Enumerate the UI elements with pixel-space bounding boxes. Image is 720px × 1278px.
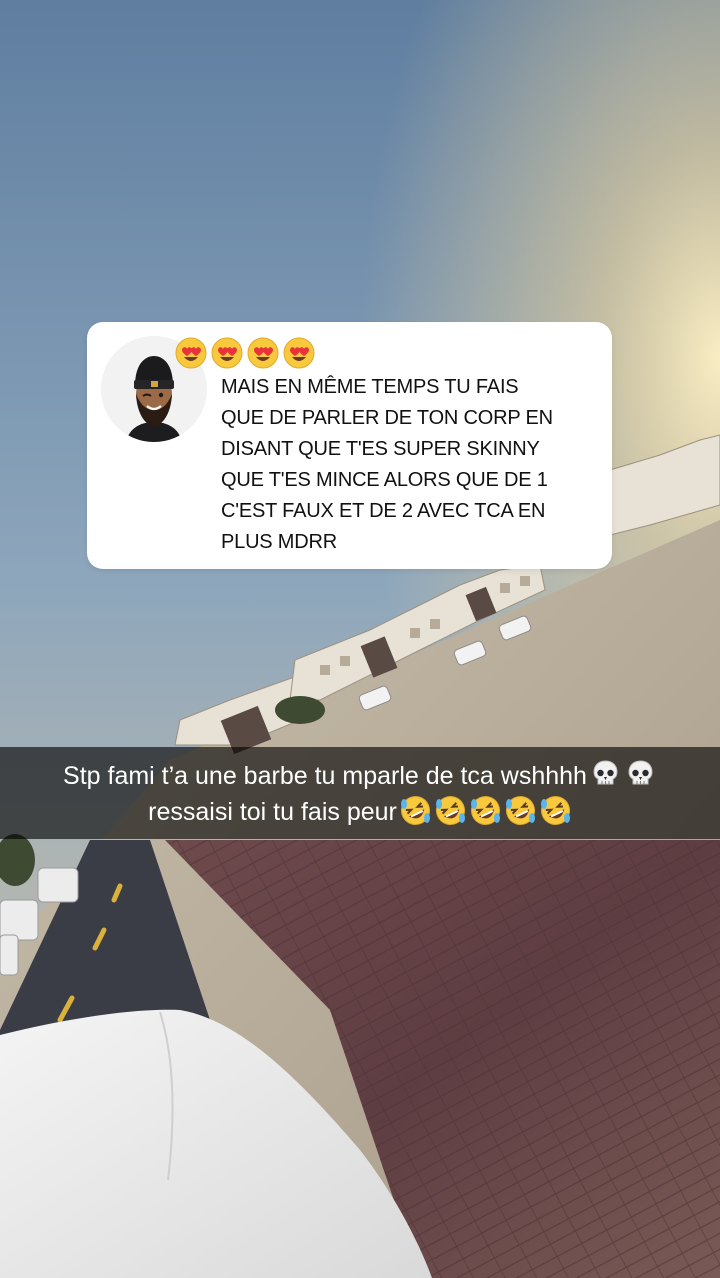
skull-emoji: [624, 758, 657, 791]
question-line: QUE T'ES MINCE ALORS QUE DE 1: [221, 469, 548, 491]
rofl-emoji: [434, 794, 467, 827]
heart-eyes-emoji: [246, 336, 280, 370]
question-text: MAIS EN MÊME TEMPS TU FAIS QUE DE PARLER…: [221, 372, 601, 558]
question-line: DISANT QUE T'ES SUPER SKINNY: [221, 438, 540, 460]
question-line: QUE DE PARLER DE TON CORP EN: [221, 407, 553, 429]
caption-text: Stp fami t’a une barbe tu mparle de tca …: [0, 758, 720, 830]
question-card[interactable]: MAIS EN MÊME TEMPS TU FAIS QUE DE PARLER…: [87, 322, 612, 569]
question-line: C'EST FAUX ET DE 2 AVEC TCA EN: [221, 500, 546, 522]
skull-emoji: [589, 758, 622, 791]
caption-line-1: Stp fami t’a une barbe tu mparle de tca …: [0, 758, 720, 794]
caption-line-2-text: ressaisi toi tu fais peur: [148, 798, 397, 826]
heart-eyes-emoji: [282, 336, 316, 370]
caption-line-1-text: Stp fami t’a une barbe tu mparle de tca …: [63, 762, 587, 790]
heart-eyes-emoji: [174, 336, 208, 370]
rofl-emoji: [539, 794, 572, 827]
reaction-emoji-row: [174, 336, 318, 372]
caption-bar[interactable]: Stp fami t’a une barbe tu mparle de tca …: [0, 747, 720, 839]
question-line: MAIS EN MÊME TEMPS TU FAIS: [221, 376, 519, 398]
question-line: PLUS MDRR: [221, 531, 337, 553]
background-photo: [0, 0, 720, 1278]
rofl-emoji: [469, 794, 502, 827]
rofl-emoji: [504, 794, 537, 827]
rofl-emoji: [399, 794, 432, 827]
heart-eyes-emoji: [210, 336, 244, 370]
caption-line-2: ressaisi toi tu fais peur: [0, 794, 720, 830]
